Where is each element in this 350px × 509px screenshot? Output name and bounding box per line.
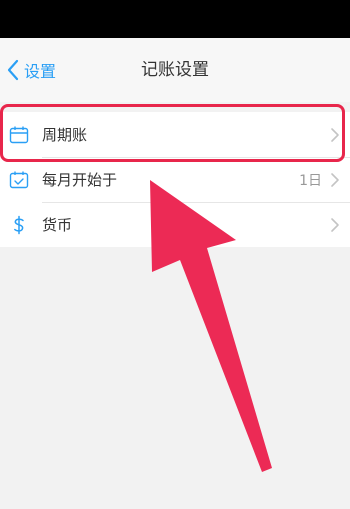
- status-bar: [0, 0, 350, 38]
- settings-list: 周期账 每月开始于 1日 货币: [0, 112, 350, 247]
- page-title: 记账设置: [141, 60, 209, 80]
- settings-row-label: 周期账: [42, 126, 88, 144]
- navigation-bar: 设置 记账设置: [0, 38, 350, 102]
- calendar-icon: [9, 126, 29, 143]
- chevron-right-icon: [331, 217, 339, 232]
- settings-row-label: 货币: [42, 216, 73, 234]
- settings-row-value: 1日: [299, 172, 322, 189]
- calendar-check-icon: [9, 171, 29, 188]
- chevron-right-icon: [331, 172, 339, 187]
- settings-row-periodic-bill[interactable]: 周期账: [0, 112, 350, 157]
- dollar-icon: [14, 215, 24, 234]
- settings-row-currency[interactable]: 货币: [0, 202, 350, 247]
- chevron-right-icon: [331, 127, 339, 142]
- settings-row-month-start[interactable]: 每月开始于 1日: [0, 157, 350, 202]
- settings-row-label: 每月开始于: [42, 171, 118, 189]
